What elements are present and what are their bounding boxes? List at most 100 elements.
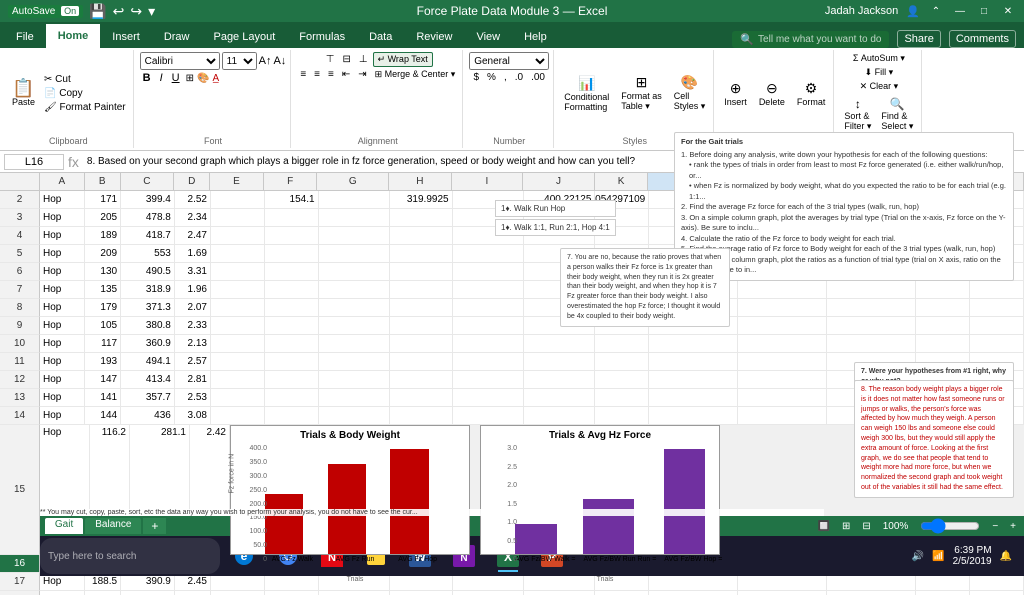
- cell-C2[interactable]: 399.4: [121, 191, 175, 209]
- col-header-A[interactable]: A: [40, 173, 85, 190]
- clear-btn[interactable]: ✕ Clear ▾: [857, 80, 902, 93]
- zoom-slider[interactable]: [920, 520, 980, 532]
- col-header-F[interactable]: F: [264, 173, 318, 190]
- tab-help[interactable]: Help: [512, 26, 559, 48]
- zoom-out-icon[interactable]: −: [992, 521, 998, 532]
- align-middle-btn[interactable]: ⊟: [339, 52, 353, 67]
- col-header-K[interactable]: K: [595, 173, 649, 190]
- font-decrease-btn[interactable]: A↓: [273, 55, 286, 67]
- format-cells-btn[interactable]: ⚙ Format: [793, 78, 830, 109]
- cell-D2[interactable]: 2.52: [175, 191, 211, 209]
- tab-balance[interactable]: Balance: [85, 518, 141, 534]
- ribbon-collapse-btn[interactable]: ⌃: [928, 3, 944, 19]
- cell-N2[interactable]: 2.577390024: [827, 191, 916, 209]
- align-center-btn[interactable]: ≡: [311, 68, 323, 81]
- fill-color-btn[interactable]: 🎨: [197, 73, 209, 84]
- minimize-btn[interactable]: —: [952, 3, 968, 19]
- cell-I2[interactable]: [453, 191, 524, 209]
- col-header-J[interactable]: J: [523, 173, 595, 190]
- font-family-select[interactable]: Calibri: [140, 52, 220, 70]
- cell-A2[interactable]: Hop: [40, 191, 85, 209]
- font-increase-btn[interactable]: A↑: [259, 55, 272, 67]
- border-btn[interactable]: ⊞: [186, 73, 194, 84]
- cell-M2[interactable]: [738, 191, 827, 209]
- autosave-indicator[interactable]: AutoSave On: [8, 5, 83, 18]
- tab-pagelayout[interactable]: Page Layout: [201, 26, 287, 48]
- share-btn[interactable]: Share: [897, 30, 940, 48]
- tab-draw[interactable]: Draw: [152, 26, 202, 48]
- col-header-B[interactable]: B: [85, 173, 121, 190]
- insert-cells-btn[interactable]: ⊕ Insert: [720, 78, 751, 109]
- tab-insert[interactable]: Insert: [100, 26, 152, 48]
- maximize-btn[interactable]: □: [976, 3, 992, 19]
- cell-J2[interactable]: 400.22125: [524, 191, 595, 209]
- page-layout-btn[interactable]: ⊞: [842, 521, 850, 532]
- decrease-decimal-btn[interactable]: .00: [528, 71, 548, 84]
- align-left-btn[interactable]: ≡: [297, 68, 309, 81]
- increase-decimal-btn[interactable]: .0: [512, 71, 526, 84]
- cell-reference-box[interactable]: L16: [4, 154, 64, 170]
- formula-input[interactable]: 8. Based on your second graph which play…: [83, 155, 1020, 168]
- increase-indent-btn[interactable]: ⇥: [355, 68, 369, 81]
- tab-gait[interactable]: Gait: [45, 518, 83, 534]
- conditional-formatting-btn[interactable]: 📊 ConditionalFormatting: [560, 73, 613, 114]
- undo-icon[interactable]: ↩: [113, 3, 125, 20]
- cell-P2[interactable]: [970, 191, 1024, 209]
- sort-filter-btn[interactable]: ↕ Sort &Filter ▾: [840, 95, 875, 134]
- cell-B2[interactable]: 171: [85, 191, 121, 209]
- underline-btn[interactable]: U: [169, 71, 183, 85]
- cell-K2[interactable]: 1.054297109: [595, 191, 649, 209]
- normal-view-btn[interactable]: ⊟: [862, 521, 870, 532]
- tab-home[interactable]: Home: [46, 24, 101, 48]
- align-right-btn[interactable]: ≡: [325, 68, 337, 81]
- tab-view[interactable]: View: [464, 26, 512, 48]
- tab-data[interactable]: Data: [357, 26, 404, 48]
- col-header-E[interactable]: E: [210, 173, 264, 190]
- col-header-C[interactable]: C: [121, 173, 175, 190]
- decrease-indent-btn[interactable]: ⇤: [339, 68, 353, 81]
- percent-btn[interactable]: %: [484, 71, 499, 84]
- delete-cells-btn[interactable]: ⊖ Delete: [755, 78, 789, 109]
- cut-btn[interactable]: ✂ Cut: [41, 73, 129, 86]
- tab-formulas[interactable]: Formulas: [287, 26, 357, 48]
- close-btn[interactable]: ✕: [1000, 3, 1016, 19]
- align-top-btn[interactable]: ⊤: [323, 52, 338, 67]
- search-taskbar-btn[interactable]: Type here to search: [40, 538, 220, 574]
- font-size-select[interactable]: 11: [222, 52, 257, 70]
- row-header-2[interactable]: 2: [0, 191, 40, 209]
- format-painter-btn[interactable]: 🖌 Format Painter: [41, 101, 129, 114]
- autosum-btn[interactable]: Σ AutoSum ▾: [850, 52, 908, 65]
- number-format-select[interactable]: General: [469, 52, 549, 70]
- bold-btn[interactable]: B: [140, 71, 154, 85]
- cell-E2[interactable]: [211, 191, 265, 209]
- comments-btn[interactable]: Comments: [949, 30, 1016, 48]
- save-icon[interactable]: 💾: [89, 3, 106, 20]
- taskbar-notification[interactable]: 🔔: [1000, 551, 1012, 562]
- find-select-btn[interactable]: 🔍 Find &Select ▾: [877, 95, 917, 134]
- cell-F2[interactable]: 154.1: [265, 191, 319, 209]
- cell-H2[interactable]: 319.9925: [390, 191, 453, 209]
- tab-file[interactable]: File: [4, 26, 46, 48]
- paste-btn[interactable]: 📋 Paste: [8, 77, 39, 109]
- col-header-H[interactable]: H: [389, 173, 452, 190]
- col-header-G[interactable]: G: [317, 173, 389, 190]
- col-header-P[interactable]: P: [970, 173, 1024, 190]
- cell-G2[interactable]: [319, 191, 390, 209]
- col-header-D[interactable]: D: [174, 173, 210, 190]
- col-header-O[interactable]: O: [917, 173, 971, 190]
- more-icon[interactable]: ▾: [148, 3, 155, 20]
- font-color-btn[interactable]: A̲: [212, 73, 219, 84]
- currency-btn[interactable]: $: [470, 71, 482, 84]
- col-header-L[interactable]: L: [648, 173, 737, 190]
- cell-O2[interactable]: [916, 191, 970, 209]
- wrap-text-btn[interactable]: ↵ Wrap Text: [373, 52, 433, 67]
- cell-styles-btn[interactable]: 🎨 CellStyles ▾: [670, 72, 710, 114]
- redo-icon[interactable]: ↪: [130, 3, 142, 20]
- col-header-I[interactable]: I: [452, 173, 524, 190]
- italic-btn[interactable]: I: [157, 71, 166, 85]
- search-box[interactable]: 🔍 Tell me what you want to do: [732, 31, 889, 48]
- comma-btn[interactable]: ,: [501, 71, 510, 84]
- cell-L2[interactable]: 2.015172512: [649, 191, 738, 209]
- col-header-N[interactable]: N: [827, 173, 916, 190]
- col-header-M[interactable]: M: [738, 173, 827, 190]
